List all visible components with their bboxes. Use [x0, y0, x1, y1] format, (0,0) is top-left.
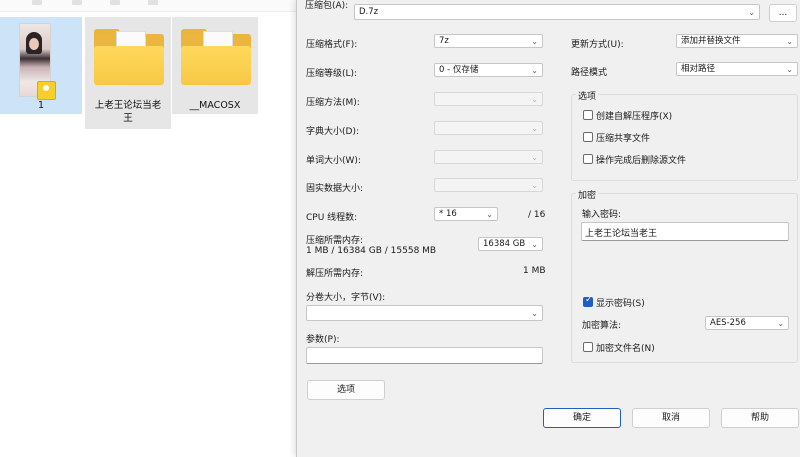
shared-checkbox[interactable] [583, 132, 593, 142]
format-select[interactable]: 7z ⌄ [434, 34, 543, 48]
chevron-down-icon: ⌄ [777, 319, 784, 328]
password-label: 输入密码: [582, 210, 622, 220]
enc-method-value: AES-256 [710, 318, 746, 328]
compress-dialog: 压缩包(A): D.7z ⌄ ... 压缩格式(F): 7z ⌄ 压缩等级(L)… [296, 0, 800, 457]
file-explorer: 1 上老王论坛当老王 __MACOSX [0, 0, 296, 457]
folder-item-label: __MACOSX [189, 100, 241, 111]
browse-button[interactable]: ... [769, 4, 797, 22]
threads-label: CPU 线程数: [306, 213, 358, 223]
delete-source-label: 操作完成后删除源文件 [596, 156, 687, 166]
shared-label: 压缩共享文件 [596, 134, 651, 144]
path-label: 路径模式 [571, 68, 608, 78]
chevron-down-icon: ⌄ [531, 37, 538, 46]
chevron-down-icon: ⌄ [748, 8, 755, 17]
chevron-down-icon: ⌄ [786, 65, 793, 74]
show-password-checkbox[interactable] [583, 295, 593, 307]
chevron-down-icon: ⌄ [531, 240, 538, 249]
explorer-toolbar [0, 0, 296, 12]
folder-icon [181, 29, 251, 85]
threads-total: / 16 [528, 210, 546, 220]
folder-item-label: 上老王论坛当老王 [94, 100, 162, 124]
chevron-down-icon: ⌄ [531, 309, 538, 318]
split-size-combo[interactable]: ⌄ [306, 305, 543, 321]
chevron-down-icon: ⌄ [531, 95, 538, 104]
folder-item-main[interactable]: 上老王论坛当老王 [85, 17, 171, 129]
chevron-down-icon: ⌄ [531, 181, 538, 190]
mem-select[interactable]: 16384 GB ⌄ [478, 237, 543, 251]
archive-path-combo[interactable]: D.7z ⌄ [354, 4, 760, 20]
update-label: 更新方式(U): [571, 40, 624, 50]
word-select: ⌄ [434, 150, 543, 164]
enc-method-label: 加密算法: [582, 321, 622, 331]
thumbnail-face [29, 38, 39, 50]
sfx-label: 创建自解压程序(X) [596, 112, 673, 122]
mem-label: 压缩所需内存: [306, 236, 364, 246]
threads-select[interactable]: * 16 ⌄ [434, 207, 498, 221]
folder-item-macosx[interactable]: __MACOSX [172, 17, 258, 114]
chevron-down-icon: ⌄ [531, 153, 538, 162]
format-value: 7z [439, 36, 449, 46]
method-select: ⌄ [434, 92, 543, 106]
show-password-label: 显示密码(S) [596, 299, 645, 309]
mem-detail: 1 MB / 16384 GB / 15558 MB [306, 246, 437, 256]
dict-label: 字典大小(D): [306, 127, 359, 137]
sfx-checkbox[interactable] [583, 110, 593, 120]
method-label: 压缩方法(M): [306, 98, 360, 108]
update-value: 添加并替换文件 [681, 36, 741, 46]
file-item-label: 1 [37, 100, 45, 111]
chevron-down-icon: ⌄ [486, 210, 493, 219]
archive-path-value: D.7z [359, 7, 379, 17]
dict-select: ⌄ [434, 121, 543, 135]
solid-select: ⌄ [434, 178, 543, 192]
path-value: 相对路径 [681, 64, 716, 74]
file-item-image[interactable]: 1 [0, 17, 82, 114]
word-label: 单词大小(W): [306, 156, 361, 166]
delete-source-checkbox[interactable] [583, 154, 593, 164]
mem-value: 16384 GB [483, 239, 526, 249]
options-button[interactable]: 选项 [307, 380, 385, 400]
password-value: 上老王论坛当老王 [585, 229, 658, 239]
level-value: 0 - 仅存储 [439, 65, 479, 75]
threads-value: * 16 [439, 209, 457, 219]
chevron-down-icon: ⌄ [786, 37, 793, 46]
params-label: 参数(P): [306, 335, 340, 345]
split-label: 分卷大小，字节(V): [306, 293, 386, 303]
photo-app-badge-icon [37, 81, 56, 100]
chevron-down-icon: ⌄ [531, 66, 538, 75]
params-input[interactable] [306, 347, 543, 364]
level-label: 压缩等级(L): [306, 69, 358, 79]
decomp-value: 1 MB [523, 266, 546, 276]
folder-icon [94, 29, 164, 85]
solid-label: 固实数据大小: [306, 184, 364, 194]
cancel-button[interactable]: 取消 [632, 408, 710, 428]
update-select[interactable]: 添加并替换文件 ⌄ [676, 34, 798, 48]
ok-button[interactable]: 确定 [543, 408, 621, 428]
image-thumbnail [19, 23, 56, 100]
encryption-group-title: 加密 [576, 188, 599, 201]
decomp-label: 解压所需内存: [306, 269, 364, 279]
format-label: 压缩格式(F): [306, 40, 358, 50]
options-group-title: 选项 [576, 89, 599, 102]
level-select[interactable]: 0 - 仅存储 ⌄ [434, 63, 543, 77]
path-select[interactable]: 相对路径 ⌄ [676, 62, 798, 76]
password-input[interactable]: 上老王论坛当老王 [581, 222, 789, 241]
help-button[interactable]: 帮助 [721, 408, 799, 428]
encrypt-names-label: 加密文件名(N) [596, 344, 655, 354]
encrypt-names-checkbox[interactable] [583, 342, 593, 352]
enc-method-select[interactable]: AES-256 ⌄ [705, 316, 789, 330]
chevron-down-icon: ⌄ [531, 124, 538, 133]
archive-label: 压缩包(A): [305, 1, 349, 11]
